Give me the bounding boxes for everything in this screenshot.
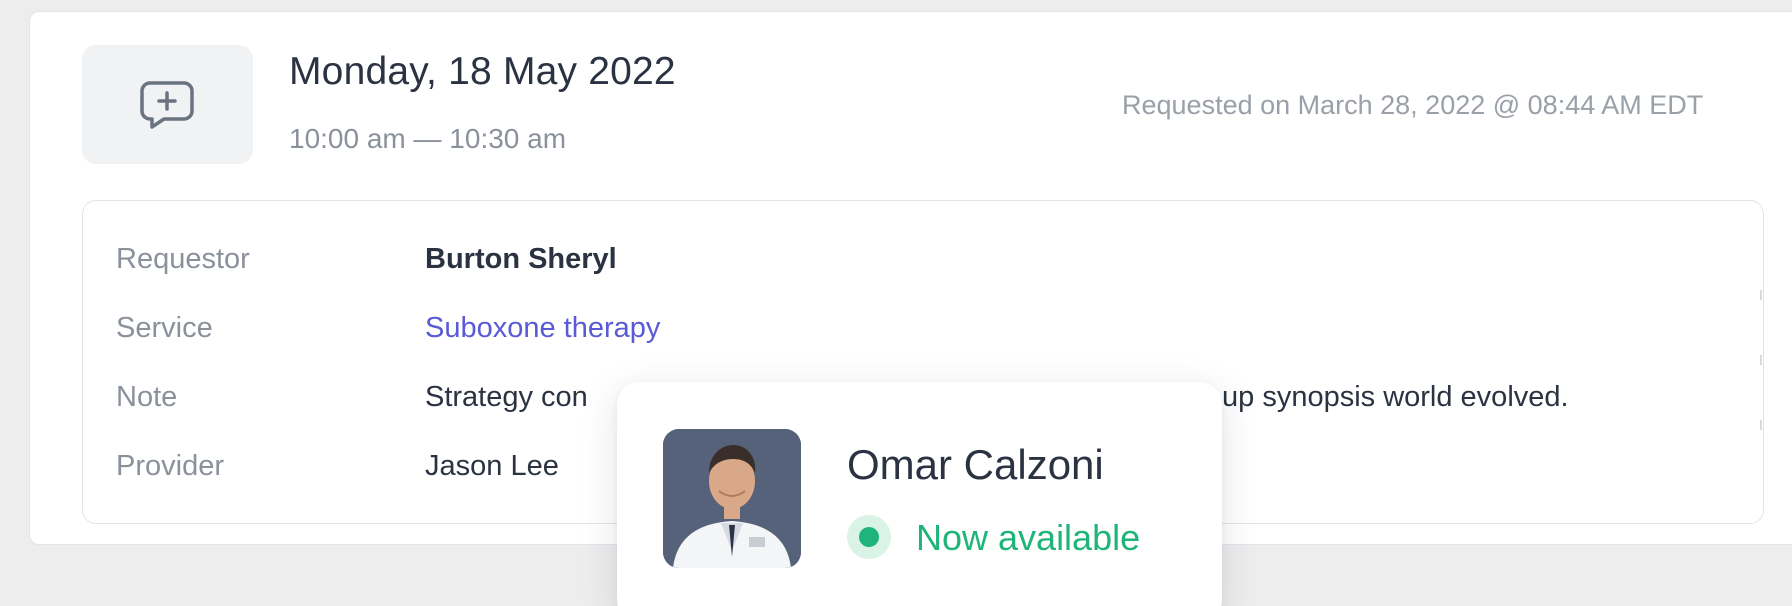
note-label: Note xyxy=(116,381,178,413)
provider-avatar xyxy=(663,429,801,568)
service-link[interactable]: Suboxone therapy xyxy=(425,312,660,345)
provider-value: Jason Lee xyxy=(425,450,559,482)
chat-plus-icon xyxy=(140,81,194,129)
requestor-value: Burton Sheryl xyxy=(425,243,617,275)
provider-name: Omar Calzoni xyxy=(847,441,1104,488)
availability-status: Now available xyxy=(916,517,1141,558)
stage: Monday, 18 May 2022 10:00 am — 10:30 am … xyxy=(0,0,1792,606)
scroll-tick xyxy=(1760,420,1762,430)
appointment-time-range: 10:00 am — 10:30 am xyxy=(289,123,567,154)
provider-popover[interactable]: Omar Calzoni Now available xyxy=(617,382,1222,606)
note-value: Strategy con xyxy=(425,381,588,413)
requested-on-text: Requested on March 28, 2022 @ 08:44 AM E… xyxy=(1122,90,1704,120)
availability-indicator xyxy=(847,515,891,559)
provider-label: Provider xyxy=(116,450,224,482)
requestor-label: Requestor xyxy=(116,243,250,275)
status-dot-icon xyxy=(859,527,879,547)
scroll-tick xyxy=(1760,290,1762,300)
scroll-tick xyxy=(1760,355,1762,365)
note-value-tail: up synopsis world evolved. xyxy=(1222,381,1569,413)
appointment-date: Monday, 18 May 2022 xyxy=(289,50,676,93)
appointment-icon-box xyxy=(82,45,253,164)
service-label: Service xyxy=(116,312,213,344)
